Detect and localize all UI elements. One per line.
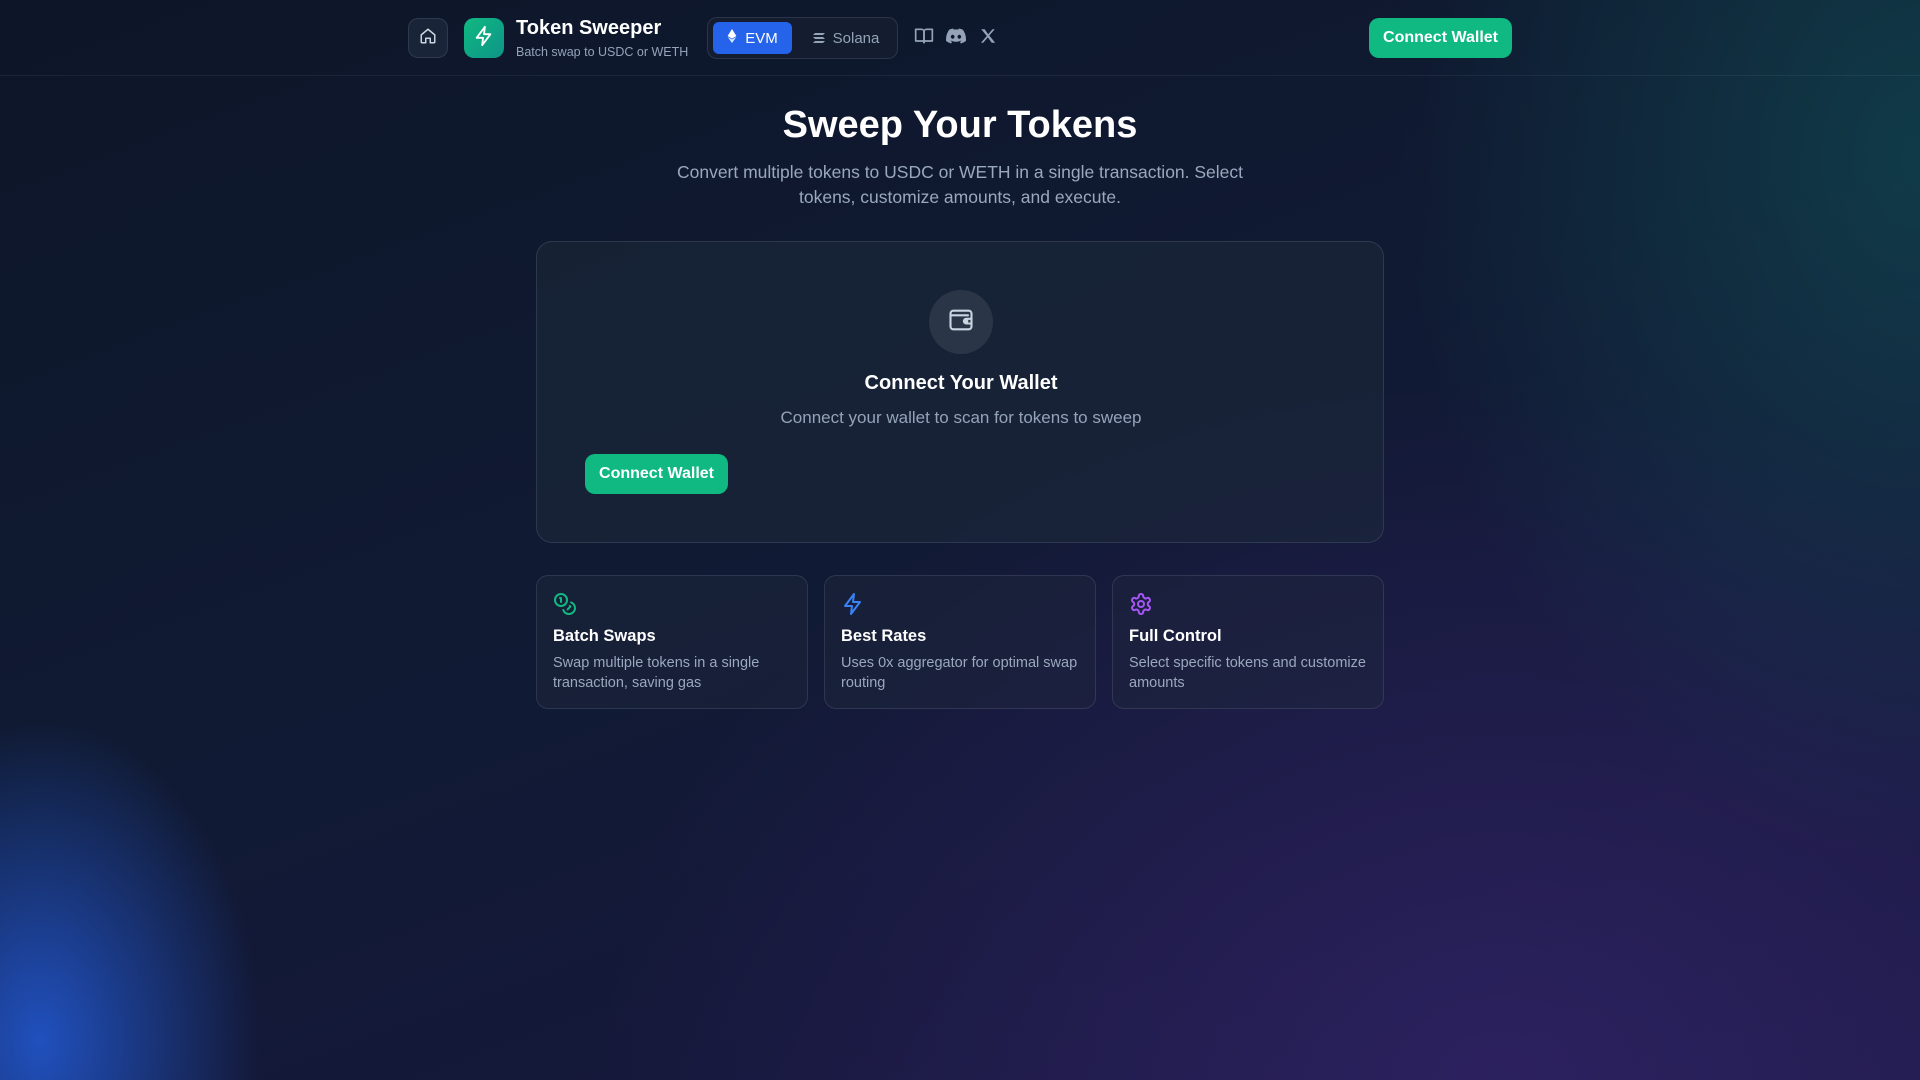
lightning-bolt-icon bbox=[841, 592, 865, 616]
app-title: Token Sweeper bbox=[516, 17, 662, 39]
discord-icon bbox=[946, 28, 967, 49]
connect-wallet-title: Connect Your Wallet bbox=[864, 372, 1058, 394]
feature-card-batch-swaps: Batch Swaps Swap multiple tokens in a si… bbox=[536, 575, 808, 709]
gear-icon bbox=[1129, 592, 1153, 616]
chain-option-solana[interactable]: Solana bbox=[800, 22, 892, 54]
x-twitter-link[interactable] bbox=[977, 27, 999, 49]
feature-description: Select specific tokens and customize amo… bbox=[1129, 655, 1366, 691]
feature-title: Batch Swaps bbox=[553, 627, 656, 645]
coins-icon bbox=[553, 592, 577, 616]
header-connect-wallet-button[interactable]: Connect Wallet bbox=[1369, 18, 1512, 58]
connect-wallet-card: Connect Your Wallet Connect your wallet … bbox=[536, 241, 1384, 543]
feature-card-full-control: Full Control Select specific tokens and … bbox=[1112, 575, 1384, 709]
feature-description: Uses 0x aggregator for optimal swap rout… bbox=[841, 655, 1078, 691]
feature-title: Best Rates bbox=[841, 627, 927, 645]
docs-book-icon bbox=[914, 26, 934, 51]
wallet-icon-container bbox=[929, 290, 993, 354]
solana-icon bbox=[812, 30, 825, 47]
app-logo bbox=[464, 18, 504, 58]
chain-option-solana-label: Solana bbox=[832, 29, 880, 47]
home-button[interactable] bbox=[408, 18, 448, 58]
feature-title: Full Control bbox=[1129, 627, 1222, 645]
x-twitter-icon bbox=[979, 27, 997, 50]
chain-option-evm[interactable]: EVM bbox=[713, 22, 792, 54]
lightning-bolt-icon bbox=[473, 25, 495, 52]
wallet-icon bbox=[947, 306, 975, 339]
docs-link[interactable] bbox=[913, 27, 935, 49]
discord-link[interactable] bbox=[945, 27, 967, 49]
page-title: Sweep Your Tokens bbox=[782, 104, 1138, 146]
connect-wallet-button[interactable]: Connect Wallet bbox=[585, 454, 728, 494]
connect-wallet-description: Connect your wallet to scan for tokens t… bbox=[780, 408, 1142, 427]
ethereum-icon bbox=[727, 29, 737, 47]
app-subtitle: Batch swap to USDC or WETH bbox=[516, 45, 689, 59]
top-navigation-bar: Token Sweeper Batch swap to USDC or WETH… bbox=[0, 0, 1920, 76]
page-description: Convert multiple tokens to USDC or WETH … bbox=[676, 162, 1244, 207]
chain-option-evm-label: EVM bbox=[745, 29, 778, 47]
feature-description: Swap multiple tokens in a single transac… bbox=[553, 655, 760, 691]
feature-card-best-rates: Best Rates Uses 0x aggregator for optima… bbox=[824, 575, 1096, 709]
home-icon bbox=[419, 27, 437, 50]
chain-selector: EVM Solana bbox=[707, 17, 898, 59]
